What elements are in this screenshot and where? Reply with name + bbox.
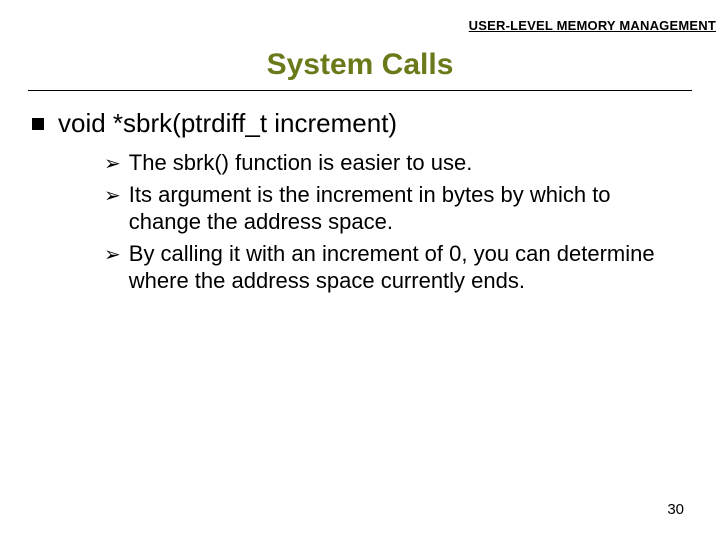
arrow-bullet-icon: ➢ xyxy=(104,183,121,208)
content-area: void *sbrk(ptrdiff_t increment) ➢ The sb… xyxy=(32,108,692,299)
sub-bullet-item: ➢ The sbrk() function is easier to use. xyxy=(104,149,692,177)
sub-bullet-text: Its argument is the increment in bytes b… xyxy=(129,181,689,236)
section-header-label: USER-LEVEL MEMORY MANAGEMENT xyxy=(469,18,716,33)
sub-bullet-text: By calling it with an increment of 0, yo… xyxy=(129,240,689,295)
square-bullet-icon xyxy=(32,118,44,130)
bullet-item: void *sbrk(ptrdiff_t increment) xyxy=(32,108,692,139)
arrow-bullet-icon: ➢ xyxy=(104,242,121,267)
sub-bullet-item: ➢ Its argument is the increment in bytes… xyxy=(104,181,692,236)
sub-bullet-item: ➢ By calling it with an increment of 0, … xyxy=(104,240,692,295)
arrow-bullet-icon: ➢ xyxy=(104,151,121,176)
title-divider xyxy=(28,90,692,91)
page-number: 30 xyxy=(667,501,684,518)
sub-bullet-text: The sbrk() function is easier to use. xyxy=(129,149,473,177)
bullet-item-text: void *sbrk(ptrdiff_t increment) xyxy=(58,108,397,139)
slide-title: System Calls xyxy=(0,48,720,82)
sub-bullet-list: ➢ The sbrk() function is easier to use. … xyxy=(104,149,692,295)
